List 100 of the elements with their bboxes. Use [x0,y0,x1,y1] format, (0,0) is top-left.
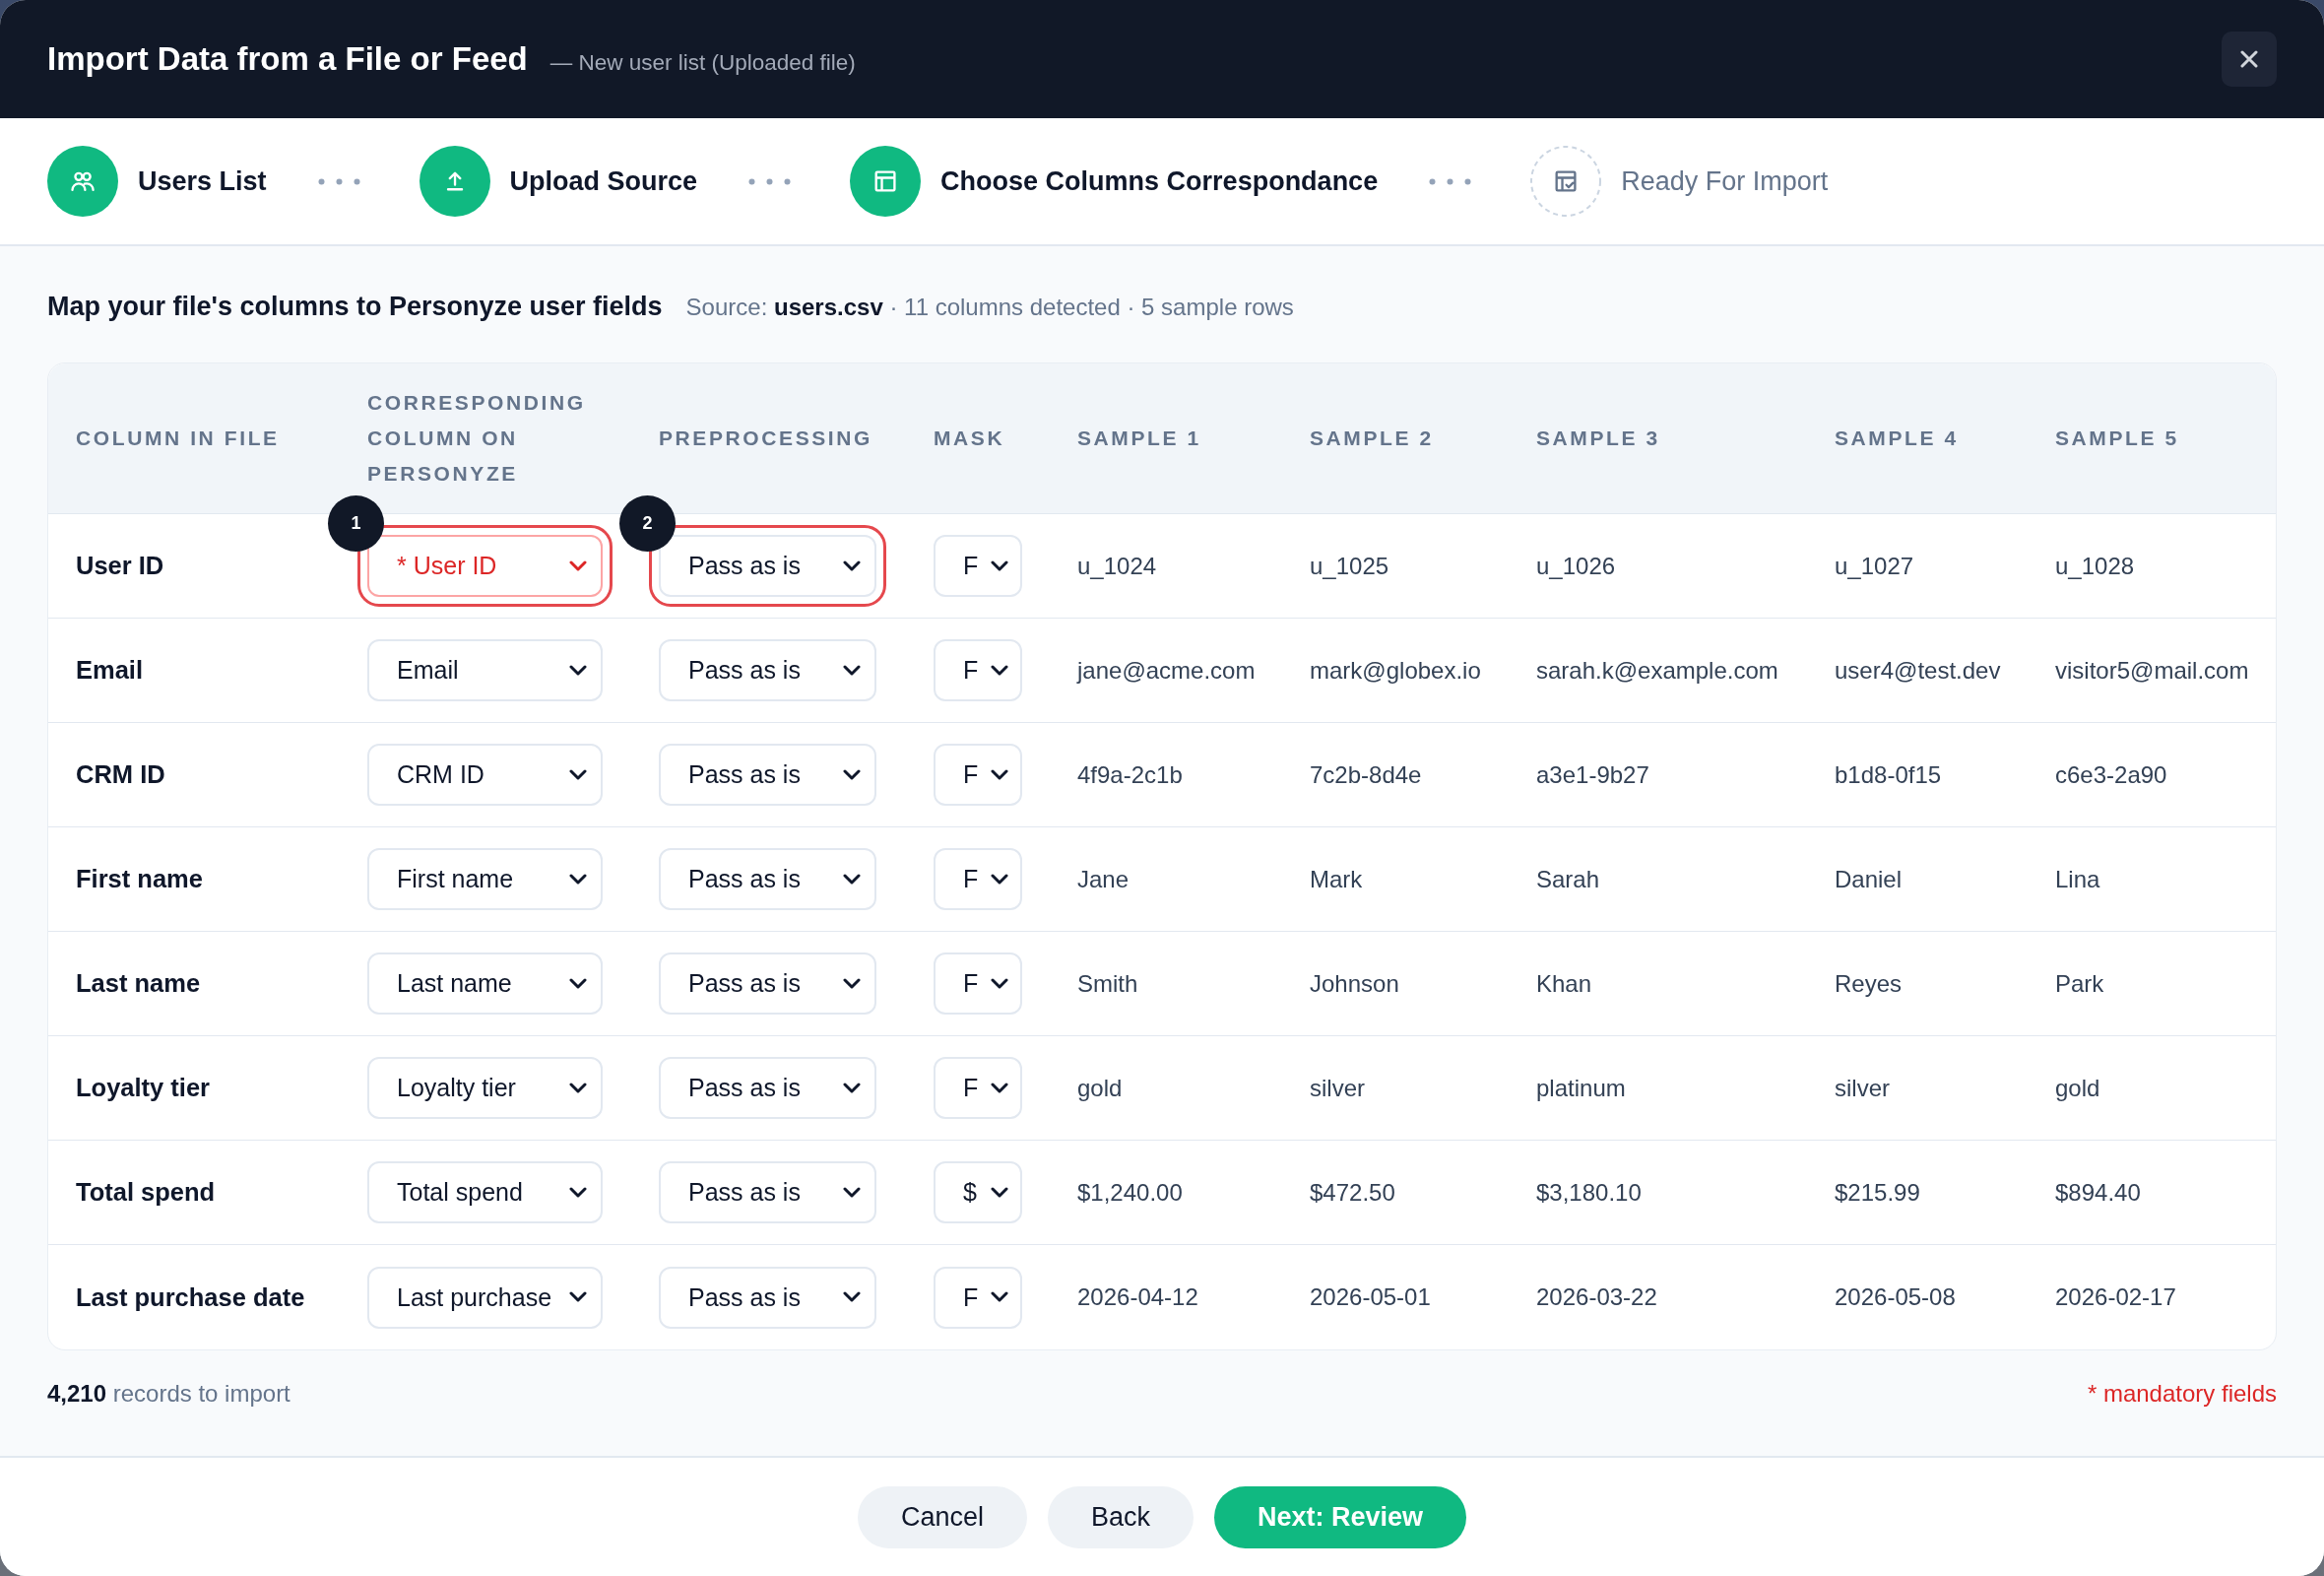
chevron-down-icon [843,664,861,677]
chevron-down-icon [569,873,587,886]
preprocessing-dropdown[interactable]: Pass as is [659,1161,876,1223]
table-cell-text: a3e1-9b27 [1535,760,1650,789]
chevron-down-icon [991,559,1008,572]
table-cell-text: 2026-05-01 [1309,1283,1432,1311]
field-dropdown[interactable]: First name [367,848,603,910]
chevron-down-icon [991,977,1008,990]
table-cell-text: Smith [1076,969,1139,998]
chevron-down-icon [843,559,861,572]
secondary-button[interactable]: Cancel [857,1485,1027,1548]
section-heading: Map your file's columns to Personyze user fields [47,291,663,323]
column-name: Last purchase date [75,1282,306,1312]
secondary-button[interactable]: Back [1047,1485,1194,1548]
chevron-down-icon [991,1186,1008,1199]
mask-dropdown[interactable]: F [934,639,1022,701]
chevron-down-icon [569,1082,587,1094]
mask-dropdown[interactable]: F [934,1057,1022,1119]
table-cell-text: platinum [1535,1074,1627,1102]
chevron-down-icon [569,1186,587,1199]
table-cell-text: gold [1076,1074,1124,1102]
column-header: CORRESPONDING COLUMN ON PERSONYZE [366,390,587,487]
close-button[interactable] [2222,32,2277,87]
records-count: 4,210 records to import [47,1380,290,1408]
step-label: Ready For Import [1621,165,1829,197]
table-cell-text: Jane [1076,865,1130,893]
column-name: Last name [75,969,202,998]
preprocessing-dropdown[interactable]: Pass as is [659,1057,876,1119]
table-cell-text: 2026-03-22 [1535,1283,1658,1311]
table-cell-text: $215.99 [1834,1178,1921,1207]
table-cell-text: $3,180.10 [1535,1178,1643,1207]
ellipsis-icon [317,177,360,185]
mask-dropdown[interactable]: F [934,535,1022,597]
chevron-down-icon [569,559,587,572]
table-cell-text: 4f9a-2c1b [1076,760,1184,789]
column-name: Loyalty tier [75,1074,212,1102]
mandatory-note: * mandatory fields [2087,1380,2277,1408]
chevron-down-icon [569,1291,587,1303]
table-cell-text: 2026-05-08 [1834,1283,1957,1311]
mask-dropdown[interactable]: F [934,952,1022,1015]
mask-dropdown[interactable]: F [934,744,1022,806]
chevron-down-icon [991,1291,1008,1303]
field-dropdown[interactable]: Loyalty tier [367,1057,603,1119]
column-header: COLUMN IN FILE [75,426,281,451]
chevron-down-icon [843,768,861,781]
table-cell-text: Reyes [1834,969,1904,998]
step-label: Users List [138,165,267,197]
table-cell-text: u_1024 [1076,552,1158,580]
dialog-subtitle: — New user list (Uploaded file) [549,50,856,76]
column-header: SAMPLE 2 [1309,426,1435,451]
column-header: SAMPLE 1 [1076,426,1202,451]
preprocessing-dropdown[interactable]: Pass as is [659,848,876,910]
field-dropdown[interactable]: Total spend [367,1161,603,1223]
chevron-down-icon [843,1186,861,1199]
chevron-down-icon [991,1082,1008,1094]
mask-dropdown[interactable]: F [934,1266,1022,1329]
table-cell-text: u_1025 [1309,552,1390,580]
table-cell-text: Johnson [1309,969,1400,998]
column-header: MASK [933,426,1006,451]
mask-dropdown[interactable]: $ [934,1161,1022,1223]
table-cell-text: u_1027 [1834,552,1915,580]
column-header: SAMPLE 4 [1834,426,1960,451]
table-cell-text: 2026-02-17 [2054,1283,2177,1311]
table-cell-text: 2026-04-12 [1076,1283,1199,1311]
column-name: First name [75,865,204,893]
ellipsis-icon [748,177,792,185]
chevron-down-icon [843,1082,861,1094]
table-cell-text: sarah.k@example.com [1535,656,1779,685]
step-label: Choose Columns Correspondance [940,165,1379,197]
table-cell-text: Daniel [1834,865,1904,893]
field-dropdown[interactable]: Last name [367,952,603,1015]
source-info: Source: users.csv · 11 columns detected · 5 sample rows [685,293,1294,322]
table-cell-text: $1,240.00 [1076,1178,1184,1207]
table-cell-text: $894.40 [2054,1178,2142,1207]
mask-dropdown[interactable]: F [934,848,1022,910]
column-header: SAMPLE 3 [1535,426,1661,451]
chevron-down-icon [843,977,861,990]
column-header: SAMPLE 5 [2054,426,2180,451]
column-name: Total spend [75,1178,217,1207]
column-header: PREPROCESSING [658,426,873,451]
column-name: Email [75,656,145,685]
preprocessing-dropdown[interactable]: Pass as is [659,639,876,701]
table-cell-text: jane@acme.com [1075,656,1257,685]
chevron-down-icon [843,1291,861,1303]
table-cell-text: c6e3-2a90 [2054,760,2168,789]
field-dropdown[interactable]: CRM ID [367,744,603,806]
field-dropdown[interactable]: Last purchase [367,1266,603,1329]
preprocessing-dropdown[interactable]: Pass as is [659,744,876,806]
table-cell-text: 7c2b-8d4e [1309,760,1423,789]
table-cell-text: Lina [2054,865,2101,893]
dialog-title: Import Data from a File or Feed [47,40,528,78]
table-cell-text: u_1026 [1535,552,1617,580]
preprocessing-dropdown[interactable]: Pass as is [659,1266,876,1329]
field-dropdown[interactable]: Email [367,639,603,701]
preprocessing-dropdown[interactable]: Pass as is [659,952,876,1015]
table-cell-text: mark@globex.io [1309,656,1482,685]
table-cell-text: u_1028 [2054,552,2136,580]
chevron-down-icon [569,664,587,677]
table-cell-text: visitor5@mail.com [2054,656,2250,685]
table-cell-text: gold [2054,1074,2101,1102]
